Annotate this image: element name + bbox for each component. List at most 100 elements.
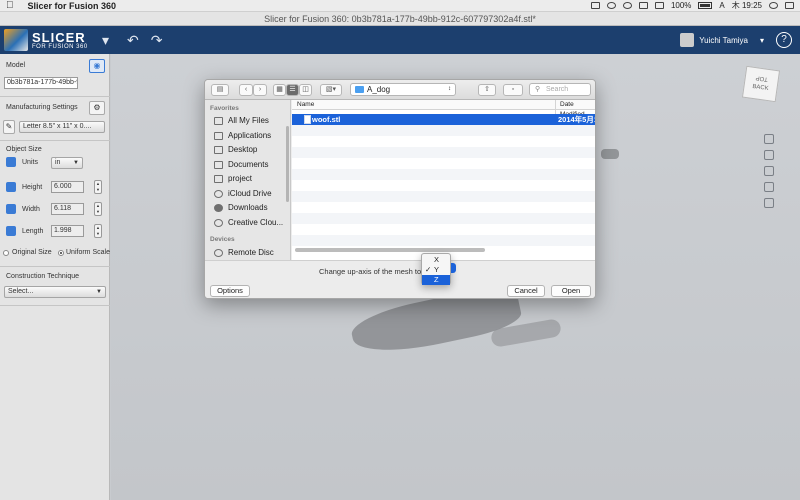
divider — [0, 96, 110, 97]
horizontal-scrollbar[interactable] — [295, 248, 485, 252]
help-button[interactable]: ? — [776, 32, 792, 48]
folder-icon — [355, 86, 364, 93]
open-button[interactable]: Open — [551, 285, 591, 297]
sidebar-item-downloads[interactable]: Downloads — [214, 201, 289, 214]
redo-icon[interactable]: ↷ — [151, 32, 163, 49]
clock[interactable]: 木 19:25 — [732, 0, 762, 11]
sidebar-item-icloud-drive[interactable]: iCloud Drive — [214, 187, 289, 200]
file-list: Name Date Modified woof.stl 2014年5月11 — [292, 100, 595, 260]
zoom-icon[interactable] — [764, 166, 774, 176]
file-name: woof.stl — [312, 115, 341, 124]
all-files-icon — [214, 116, 223, 125]
axis-option-z[interactable]: Z — [422, 275, 450, 285]
file-row-selected[interactable]: woof.stl 2014年5月11 — [292, 114, 595, 125]
axis-option-x[interactable]: X — [422, 255, 450, 265]
search-field[interactable]: ⚲ Search — [529, 83, 591, 96]
apple-menu-icon[interactable]:  — [6, 0, 14, 11]
gallery-view-icon[interactable]: ▧▾ — [320, 84, 342, 96]
back-icon[interactable]: ‹ — [239, 84, 253, 96]
length-field[interactable]: 1.998 — [51, 225, 84, 237]
width-field[interactable]: 6.118 — [51, 203, 84, 215]
height-stepper[interactable]: ▲ ▼ — [94, 180, 102, 194]
cancel-button[interactable]: Cancel — [507, 285, 545, 297]
table-row — [292, 125, 595, 136]
model-name-field[interactable]: 0b3b781a-177b-49bb-9 — [4, 77, 78, 89]
user-menu[interactable]: Yuichi Tamiya ▾ — [680, 33, 764, 47]
time-machine-icon[interactable] — [622, 2, 632, 9]
sidebar-item-label: Downloads — [228, 203, 268, 212]
sidebar-item-desktop[interactable]: Desktop — [214, 143, 289, 156]
settings-gear-icon[interactable]: ⚙ — [89, 101, 105, 115]
manufacturing-select[interactable]: Letter 8.5" x 11" x 0.... — [19, 121, 105, 133]
visibility-eye-icon[interactable]: ◉ — [89, 59, 105, 73]
spotlight-icon[interactable] — [769, 2, 778, 9]
desktop-icon — [214, 145, 223, 154]
sidebar-scrollbar[interactable] — [286, 126, 289, 202]
sidebar-toggle-icon[interactable]: ▤ — [211, 84, 229, 96]
dropdown-arrow-tab[interactable] — [451, 263, 456, 273]
up-axis-dropdown[interactable]: X ✓ Y Z — [421, 253, 451, 285]
sidebar-item-documents[interactable]: Documents — [214, 158, 289, 171]
wifi-icon[interactable] — [638, 2, 648, 9]
logo-mark-icon — [4, 29, 28, 51]
input-source[interactable]: A — [719, 1, 724, 10]
notification-center-icon[interactable] — [785, 2, 794, 9]
manufacturing-select-value: Letter 8.5" x 11" x 0.... — [23, 123, 92, 130]
sidebar-item-remote-disc[interactable]: Remote Disc — [214, 246, 289, 259]
battery-icon[interactable] — [698, 2, 713, 9]
view-cube[interactable]: TOP BACK — [741, 65, 781, 103]
sidebar-item-label: Desktop — [228, 145, 258, 154]
undo-icon[interactable]: ↶ — [127, 32, 139, 49]
axis-option-y[interactable]: ✓ Y — [422, 265, 450, 275]
list-view-icon[interactable]: ☰ — [286, 84, 299, 96]
sidebar-item-creative-cloud[interactable]: Creative Clou... — [214, 216, 289, 229]
units-select[interactable]: in ▼ — [51, 157, 83, 169]
sidebar-item-project[interactable]: project — [214, 172, 289, 185]
app-menu-chevron-icon[interactable]: ▾ — [102, 32, 109, 49]
user-menu-chevron-icon[interactable]: ▾ — [760, 36, 764, 45]
divider — [0, 266, 110, 267]
path-popup[interactable]: A_dog ↕ — [350, 83, 456, 96]
sidebar-item-all-my-files[interactable]: All My Files — [214, 114, 289, 127]
table-row — [292, 235, 595, 246]
battery-percent[interactable]: 100% — [671, 1, 691, 10]
height-icon — [6, 182, 16, 192]
uniform-scale-radio[interactable] — [58, 250, 64, 256]
sidebar-item-label: Applications — [228, 131, 272, 140]
original-size-label: Original Size — [12, 249, 52, 256]
open-file-dialog: ▤ ‹ › ▦ ☰ ◫ ▧▾ A_dog ↕ ⇧ ▫ ⚲ Search Favo… — [204, 79, 596, 299]
zoom-fit-icon[interactable] — [764, 182, 774, 192]
column-name-header[interactable]: Name — [297, 100, 314, 110]
sidebar-item-label: iCloud Drive — [228, 189, 272, 198]
width-stepper[interactable]: ▲ ▼ — [94, 202, 102, 216]
axis-option-label: Y — [434, 265, 440, 274]
app-menu[interactable]: Slicer for Fusion 360 — [28, 1, 117, 11]
options-button[interactable]: Options — [210, 285, 250, 297]
tag-icon[interactable]: ▫ — [503, 84, 523, 96]
length-icon — [6, 226, 16, 236]
menu-extras: 100% A 木 19:25 — [590, 0, 794, 11]
icon-view-icon[interactable]: ▦ — [273, 84, 286, 96]
path-value: A_dog — [367, 85, 391, 94]
orbit-icon[interactable] — [764, 134, 774, 144]
home-view-icon[interactable] — [764, 198, 774, 208]
menu-extra-icon[interactable] — [606, 2, 616, 9]
height-field[interactable]: 6.000 — [51, 181, 84, 193]
sidebar-item-applications[interactable]: Applications — [214, 129, 289, 142]
volume-icon[interactable] — [654, 2, 664, 9]
construction-technique-select[interactable]: Select... ▼ — [4, 286, 106, 298]
cloud-icon — [214, 189, 223, 198]
disc-icon — [214, 248, 223, 257]
column-view-icon[interactable]: ◫ — [299, 84, 312, 96]
share-icon[interactable]: ⇧ — [478, 84, 496, 96]
menu-extra-icon[interactable] — [590, 2, 600, 9]
pan-hand-icon[interactable] — [764, 150, 774, 160]
model-dog-head — [601, 149, 619, 159]
edit-pencil-icon[interactable]: ✎ — [3, 120, 15, 134]
table-row — [292, 169, 595, 180]
original-size-radio[interactable] — [3, 250, 9, 256]
navigation-tools — [762, 134, 776, 208]
forward-icon[interactable]: › — [253, 84, 267, 96]
dialog-footer: Change up-axis of the mesh to: Options C… — [205, 260, 595, 298]
length-stepper[interactable]: ▲ ▼ — [94, 224, 102, 238]
